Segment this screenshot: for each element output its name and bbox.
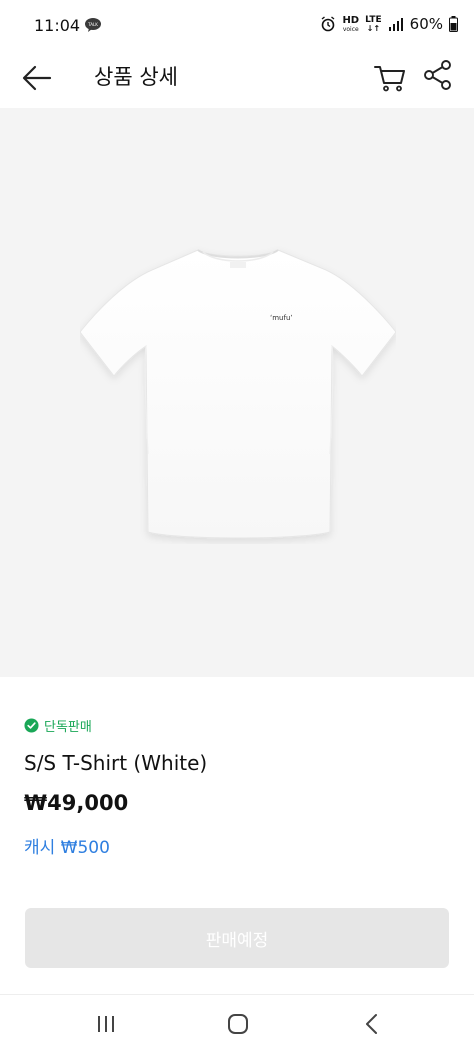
coming-soon-button[interactable]: 판매예정 (25, 908, 449, 968)
cash-reward: 캐시 ₩500 (24, 838, 110, 858)
product-image[interactable]: ʻmufuʼ (0, 108, 474, 677)
badge-label: 단독판매 (44, 720, 92, 735)
chevron-left-icon (366, 1014, 377, 1034)
app-header: 상품 상세 (0, 52, 474, 108)
check-circle-icon (24, 718, 39, 733)
lte-indicator: LTE ↓↑ (365, 15, 382, 33)
data-arrows-icon: ↓↑ (366, 24, 381, 33)
arrow-left-icon (22, 65, 52, 91)
nav-back-button[interactable] (357, 1009, 387, 1039)
app-root: 11:04 TALK HD voice LTE ↓↑ 60% 상품 상세 ʻmu… (0, 0, 474, 1053)
product-price: ₩49,000 (24, 791, 129, 815)
share-button[interactable] (421, 58, 455, 92)
home-icon (228, 1014, 248, 1034)
kakaotalk-icon: TALK (85, 18, 101, 32)
cart-icon (374, 66, 405, 92)
home-button[interactable] (223, 1009, 253, 1039)
status-indicators: HD voice LTE ↓↑ 60% (320, 15, 458, 33)
talk-label: TALK (87, 22, 98, 27)
recents-icon (98, 1016, 114, 1032)
voice-label: voice (342, 25, 359, 33)
cart-button[interactable] (373, 60, 407, 94)
alarm-icon (322, 16, 335, 32)
hd-label: HD (342, 14, 360, 26)
page-title: 상품 상세 (94, 65, 178, 89)
product-name: S/S T-Shirt (White) (24, 751, 208, 775)
recents-button[interactable] (91, 1009, 121, 1039)
shirt-logo: ʻmufuʼ (270, 314, 293, 322)
system-nav-bar (0, 995, 474, 1053)
status-time: 11:04 (34, 16, 81, 35)
battery-icon (449, 16, 458, 32)
exclusive-badge: 단독판매 (24, 716, 92, 735)
status-bar: 11:04 TALK HD voice LTE ↓↑ 60% (0, 0, 474, 52)
back-button[interactable] (20, 60, 56, 96)
tshirt-image: ʻmufuʼ (80, 249, 396, 539)
battery-percent: 60% (409, 15, 443, 33)
neck-label (230, 262, 246, 268)
share-icon (424, 60, 451, 90)
signal-icon (388, 18, 403, 31)
hd-voice-indicator: HD voice (342, 14, 360, 33)
